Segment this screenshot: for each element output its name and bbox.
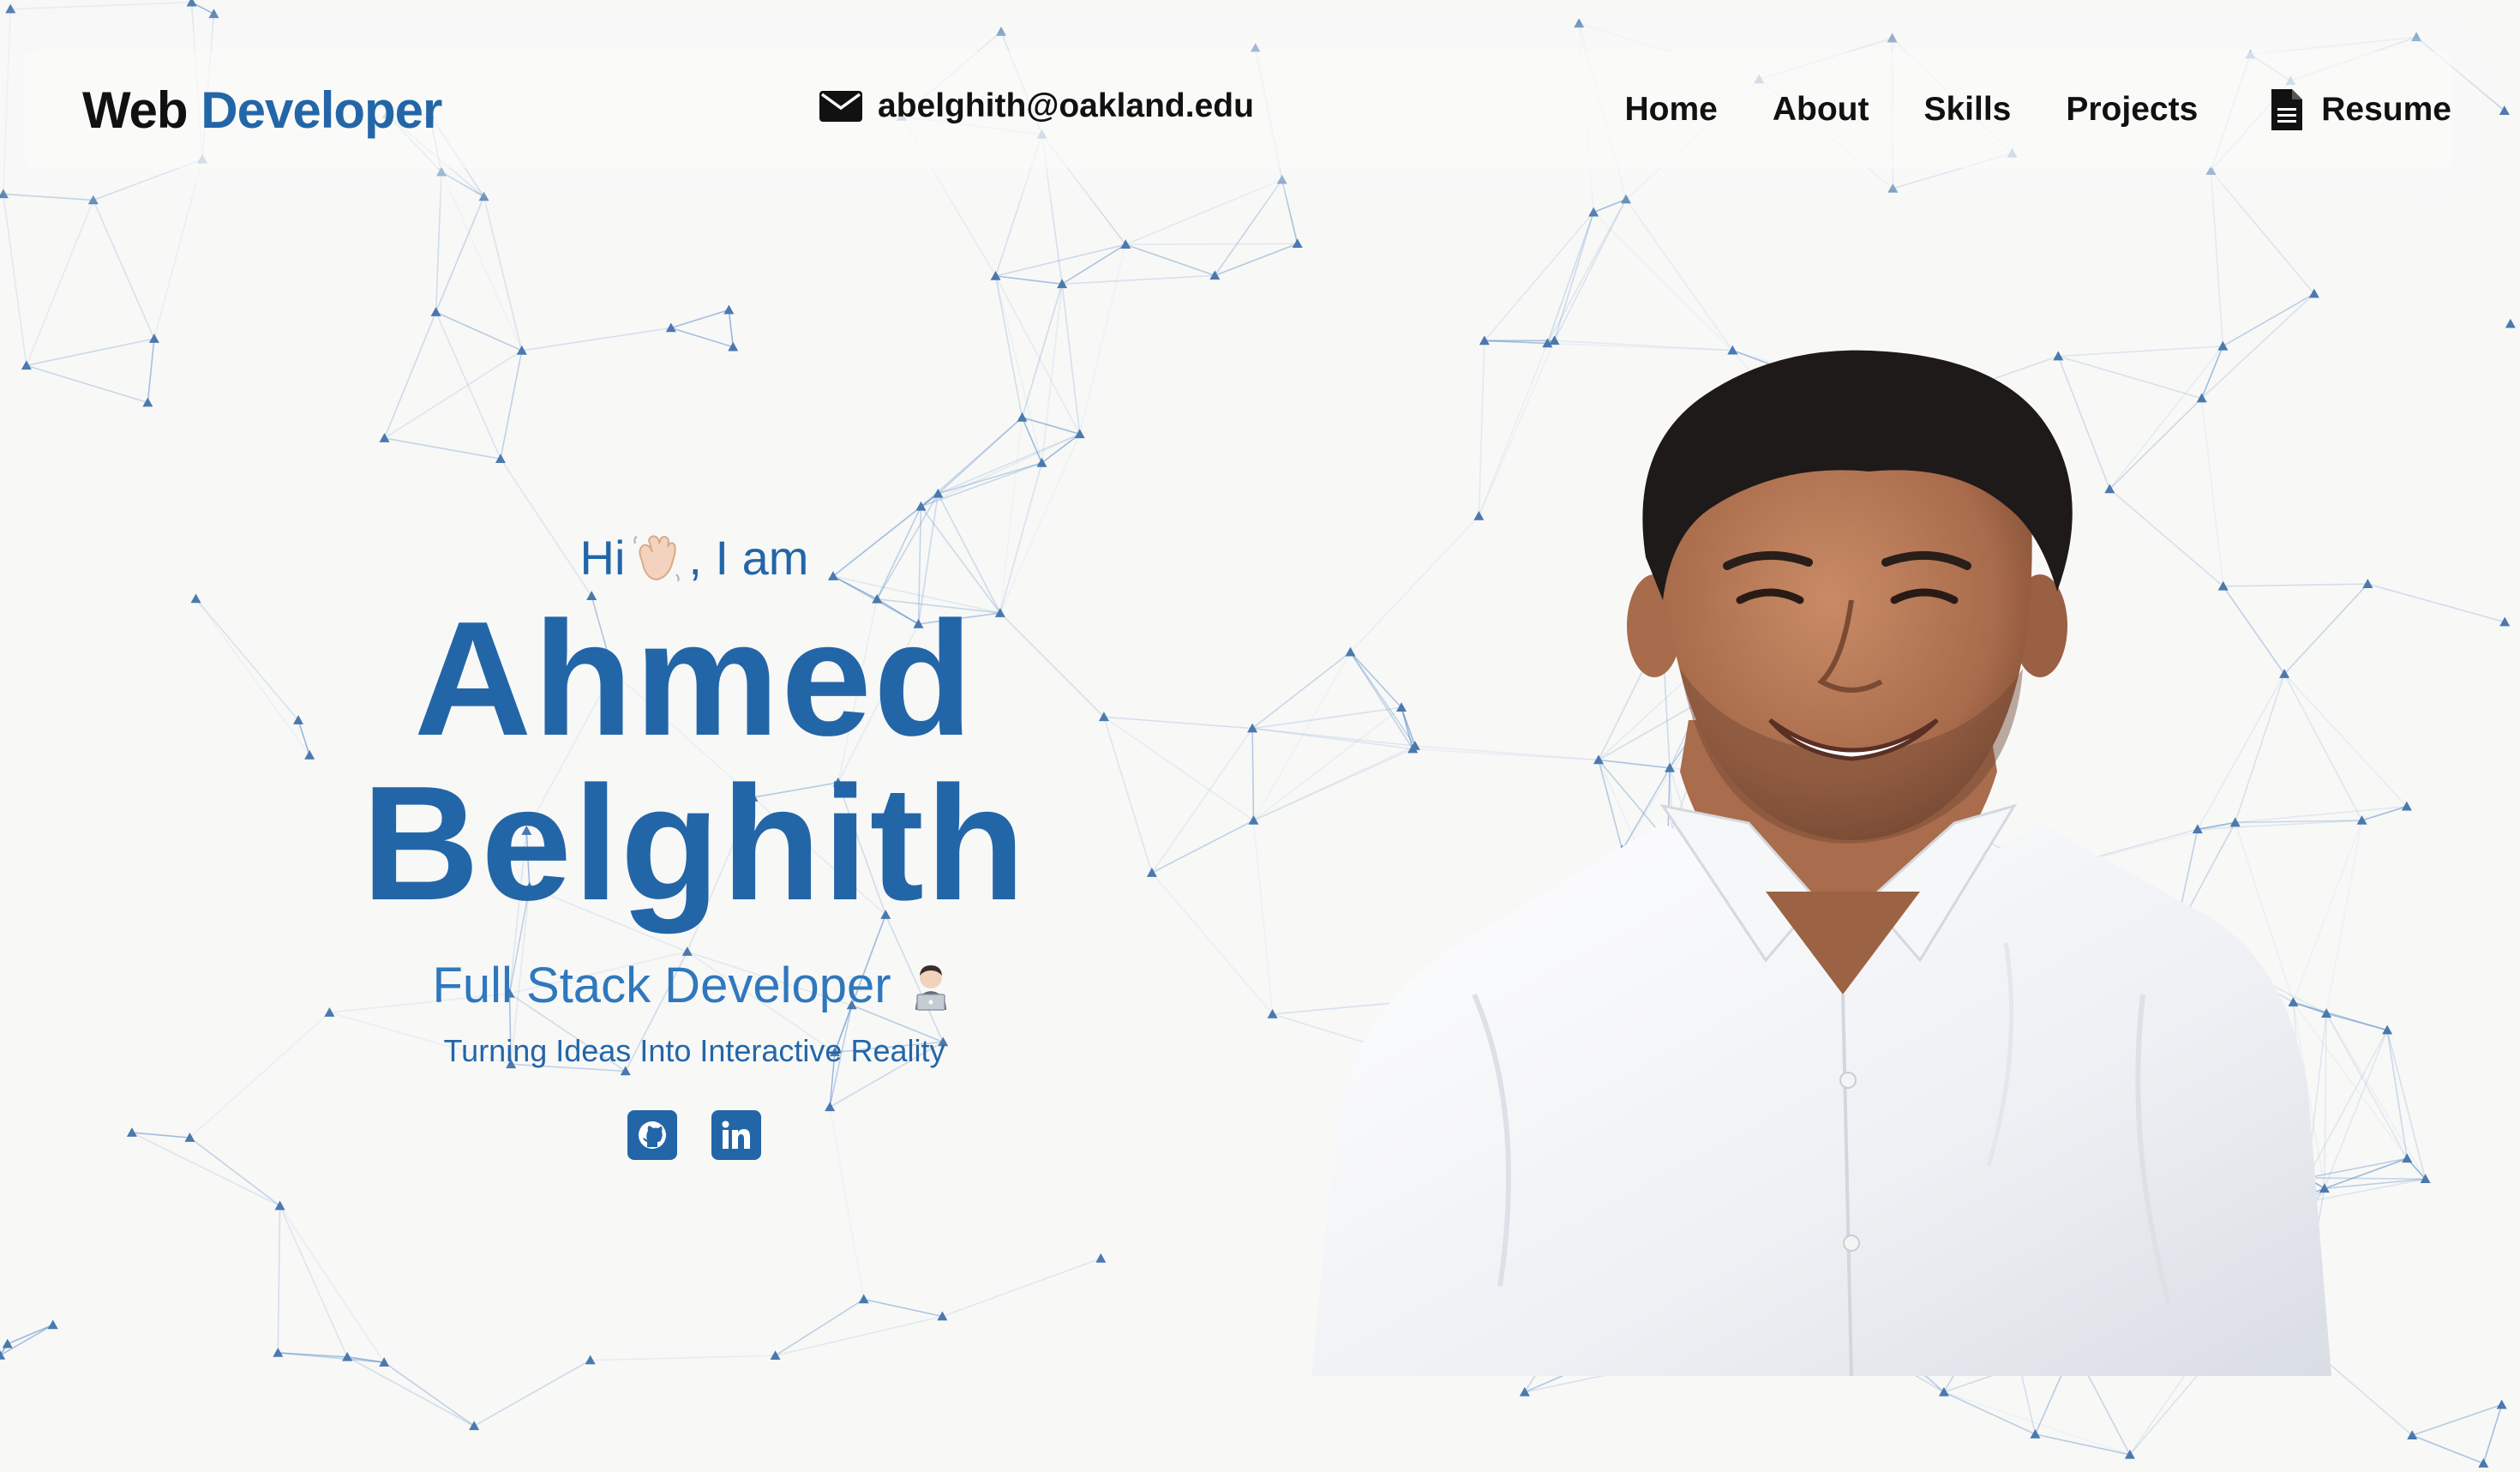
network-node bbox=[190, 593, 201, 604]
network-node bbox=[1588, 207, 1599, 217]
greeting: Hi , I am bbox=[257, 532, 1131, 585]
network-node bbox=[148, 333, 159, 343]
network-node bbox=[379, 433, 390, 442]
network-node bbox=[0, 189, 9, 199]
role-title: Full Stack Developer bbox=[257, 957, 1131, 1014]
tagline: Turning Ideas Into Interactive Reality bbox=[443, 1033, 945, 1068]
network-node bbox=[1017, 412, 1028, 422]
network-node bbox=[2505, 318, 2516, 328]
network-node bbox=[1036, 457, 1047, 467]
network-node bbox=[1209, 270, 1221, 280]
hero-section: Hi , I am Ahmed Belghith Full Stack Deve… bbox=[257, 532, 1131, 1160]
network-node bbox=[1095, 1253, 1107, 1263]
navbar: Web Developer abelghith@oakland.edu Home… bbox=[26, 51, 2451, 168]
last-name: Belghith bbox=[362, 753, 1027, 934]
network-node bbox=[1248, 815, 1259, 825]
network-node bbox=[274, 1200, 285, 1211]
network-node bbox=[1574, 18, 1585, 28]
network-node bbox=[2411, 32, 2422, 42]
network-node bbox=[2, 1338, 13, 1349]
nav-skills[interactable]: Skills bbox=[1923, 91, 2011, 129]
social-links bbox=[257, 1110, 1131, 1160]
network-node bbox=[430, 307, 441, 316]
brand-web: Web bbox=[82, 81, 189, 139]
envelope-icon bbox=[819, 91, 862, 122]
greeting-hi: Hi bbox=[579, 531, 626, 585]
network-node bbox=[1276, 174, 1287, 184]
nav-projects[interactable]: Projects bbox=[2066, 91, 2198, 129]
brand-logo[interactable]: Web Developer bbox=[82, 81, 442, 140]
network-node bbox=[469, 1421, 480, 1431]
nav-resume[interactable]: Resume bbox=[2270, 87, 2451, 132]
linkedin-link[interactable] bbox=[711, 1110, 761, 1160]
network-node bbox=[47, 1319, 58, 1330]
role-text: Full Stack Developer bbox=[432, 958, 891, 1013]
network-node bbox=[186, 0, 197, 7]
network-node bbox=[995, 27, 1006, 36]
email-text: abelghith@oakland.edu bbox=[878, 87, 1254, 124]
nav-about[interactable]: About bbox=[1773, 91, 1869, 129]
network-node bbox=[2496, 1399, 2507, 1409]
github-link[interactable] bbox=[627, 1110, 677, 1160]
network-node bbox=[858, 1294, 869, 1304]
network-node bbox=[1887, 33, 1898, 43]
network-node bbox=[2030, 1428, 2041, 1439]
greeting-rest: , I am bbox=[688, 531, 809, 585]
technologist-icon bbox=[915, 964, 946, 1011]
linkedin-icon bbox=[722, 1121, 750, 1149]
page: Web Developer abelghith@oakland.edu Home… bbox=[0, 0, 2520, 1472]
brand-developer: Developer bbox=[201, 81, 442, 139]
full-name: Ahmed Belghith bbox=[257, 597, 1131, 926]
waving-hand-icon bbox=[633, 535, 681, 582]
network-node bbox=[1146, 868, 1157, 877]
first-name: Ahmed bbox=[414, 588, 975, 770]
network-node bbox=[273, 1347, 284, 1357]
network-node bbox=[208, 9, 219, 19]
email-link[interactable]: abelghith@oakland.edu bbox=[819, 87, 1254, 125]
nav-links: Home About Skills Projects Resume bbox=[1569, 87, 2451, 132]
resume-label: Resume bbox=[2321, 91, 2451, 128]
nav-home[interactable]: Home bbox=[1624, 91, 1717, 129]
network-node bbox=[126, 1127, 137, 1137]
profile-photo bbox=[1311, 350, 2331, 1376]
network-node bbox=[2478, 1457, 2489, 1468]
network-node bbox=[723, 304, 735, 315]
document-icon bbox=[2271, 89, 2303, 130]
github-icon bbox=[639, 1121, 666, 1149]
